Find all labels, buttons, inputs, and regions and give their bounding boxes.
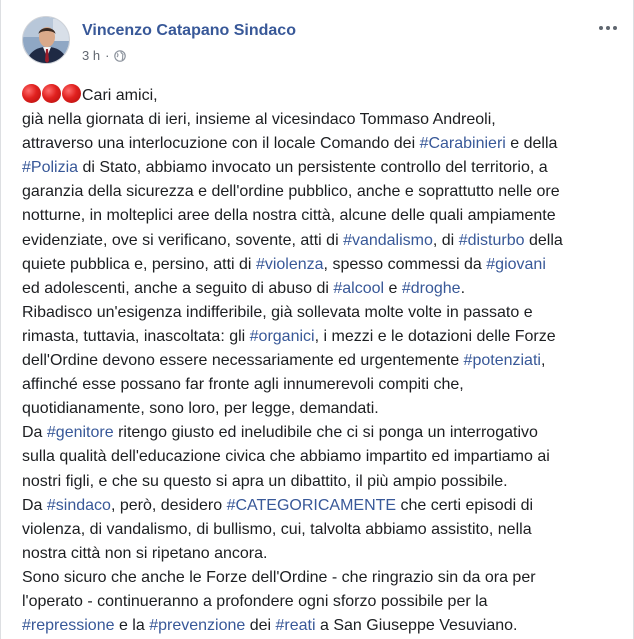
post-text-line: #repressione e la #prevenzione dei #reat…	[22, 614, 623, 638]
post-text-line: quiete pubblica e, persino, atti di #vio…	[22, 253, 623, 277]
text-segment: e della	[505, 135, 558, 153]
red-circle-icon	[22, 84, 41, 103]
text-segment: della	[524, 231, 563, 249]
more-options-icon[interactable]	[595, 18, 621, 38]
hashtag-link[interactable]: #Polizia	[22, 159, 78, 176]
text-segment: dell'Ordine devono essere necessariament…	[22, 352, 464, 370]
post-text-line: nostri figli, e che su questo si apra un…	[22, 470, 623, 494]
globe-icon[interactable]	[114, 49, 127, 62]
post-text-line: Ribadisco un'esigenza indifferibile, già…	[22, 301, 623, 325]
text-segment: .	[460, 279, 466, 297]
post-text-line: Da #sindaco, però, desidero #CATEGORICAM…	[22, 494, 623, 518]
post-timestamp[interactable]: 3 h	[82, 48, 100, 63]
text-segment: notturne, in molteplici aree della nostr…	[22, 207, 556, 225]
hashtag-link[interactable]: #potenziati	[464, 352, 541, 369]
post-text-line: nostra città non si ripetano ancora.	[22, 542, 623, 566]
post-text-line: evidenziate, ove si verificano, sovente,…	[22, 229, 623, 253]
text-segment: violenza, di vandalismo, di bullismo, cu…	[22, 520, 532, 538]
text-segment: dei	[245, 617, 276, 635]
hashtag-link[interactable]: #Carabinieri	[420, 135, 506, 152]
text-segment: Sono sicuro che anche le Forze dell'Ordi…	[22, 568, 536, 586]
post-text-line: ed adolescenti, anche a seguito di abuso…	[22, 277, 623, 301]
post-author-name[interactable]: Vincenzo Catapano Sindaco	[82, 22, 296, 40]
post-text-line: l'operato - continueranno a profondere o…	[22, 590, 623, 614]
hashtag-link[interactable]: #droghe	[402, 280, 461, 297]
text-segment: , però, desidero	[110, 496, 227, 514]
text-segment: rimasta, tuttavia, inascoltata: gli	[22, 327, 250, 345]
text-segment: e	[384, 279, 402, 297]
text-segment: Cari amici,	[82, 87, 158, 104]
text-segment: ritengo giusto ed ineludibile che ci si …	[113, 424, 538, 442]
red-circle-icon	[62, 84, 81, 103]
text-segment: , i mezzi e le dotazioni delle Forze	[314, 327, 556, 345]
text-segment: quiete pubblica e, persino, atti di	[22, 255, 256, 273]
post-text: Cari amici, già nella giornata di ieri, i…	[22, 84, 623, 638]
text-segment: attraverso una interlocuzione con il loc…	[22, 135, 420, 153]
text-segment: affinché esse possano far fronte agli in…	[22, 376, 464, 394]
avatar-photo	[23, 17, 69, 63]
post-text-line: violenza, di vandalismo, di bullismo, cu…	[22, 518, 623, 542]
hashtag-link[interactable]: #disturbo	[459, 232, 525, 249]
text-segment: quotidianamente, sono loro, per legge, d…	[22, 400, 379, 418]
text-segment: l'operato - continueranno a profondere o…	[22, 592, 488, 610]
hashtag-link[interactable]: #giovani	[486, 256, 546, 273]
hashtag-link[interactable]: #prevenzione	[149, 617, 245, 634]
post-text-line: #Polizia di Stato, abbiamo invocato un p…	[22, 156, 623, 180]
hashtag-link[interactable]: #sindaco	[47, 497, 111, 514]
text-segment: già nella giornata di ieri, insieme al v…	[22, 111, 496, 129]
text-segment: Da	[22, 496, 47, 514]
post-text-line: rimasta, tuttavia, inascoltata: gli #org…	[22, 325, 623, 349]
text-segment: Ribadisco un'esigenza indifferibile, già…	[22, 303, 533, 321]
text-segment: Da	[22, 424, 47, 442]
hashtag-link[interactable]: #alcool	[333, 280, 384, 297]
text-segment: a San Giuseppe Vesuviano.	[315, 617, 518, 635]
post-meta: 3 h ·	[82, 48, 127, 63]
post-text-line: notturne, in molteplici aree della nostr…	[22, 204, 623, 228]
hashtag-link[interactable]: #CATEGORICAMENTE	[227, 497, 397, 514]
text-segment: evidenziate, ove si verificano, sovente,…	[22, 231, 344, 249]
post-text-line: dell'Ordine devono essere necessariament…	[22, 349, 623, 373]
post-text-line: Da #genitore ritengo giusto ed ineludibi…	[22, 421, 623, 445]
text-segment: che certi episodi di	[396, 496, 534, 514]
post-text-line: garanzia della sicurezza e dell'ordine p…	[22, 180, 623, 204]
post-text-line: Sono sicuro che anche le Forze dell'Ordi…	[22, 566, 623, 590]
text-segment: sulla qualità dell'educazione civica che…	[22, 448, 550, 466]
text-segment: nostri figli, e che su questo si apra un…	[22, 472, 508, 490]
hashtag-link[interactable]: #organici	[250, 328, 315, 345]
post-text-line: quotidianamente, sono loro, per legge, d…	[22, 397, 623, 421]
post-header: Vincenzo Catapano Sindaco 3 h ·	[22, 16, 621, 68]
text-segment: di Stato, abbiamo invocato un persistent…	[78, 159, 548, 177]
text-segment: , spesso commessi da	[323, 255, 487, 273]
post-text-line: attraverso una interlocuzione con il loc…	[22, 132, 623, 156]
text-segment: ,	[540, 352, 546, 370]
text-segment: , di	[432, 231, 459, 249]
post-text-line: già nella giornata di ieri, insieme al v…	[22, 108, 623, 132]
hashtag-link[interactable]: #violenza	[256, 256, 324, 273]
red-circle-icon	[42, 84, 61, 103]
text-segment: e la	[114, 617, 150, 635]
author-avatar[interactable]	[22, 16, 70, 64]
post-text-line: sulla qualità dell'educazione civica che…	[22, 445, 623, 469]
text-segment: nostra città non si ripetano ancora.	[22, 544, 268, 562]
hashtag-link[interactable]: #vandalismo	[343, 232, 433, 249]
post-text-line: affinché esse possano far fronte agli in…	[22, 373, 623, 397]
hashtag-link[interactable]: #reati	[276, 617, 316, 634]
post-text-line: Cari amici,	[22, 84, 623, 108]
text-segment: ed adolescenti, anche a seguito di abuso…	[22, 279, 334, 297]
hashtag-link[interactable]: #genitore	[47, 424, 114, 441]
hashtag-link[interactable]: #repressione	[22, 617, 115, 634]
text-segment: garanzia della sicurezza e dell'ordine p…	[22, 183, 560, 201]
meta-separator: ·	[105, 48, 110, 63]
facebook-post: Vincenzo Catapano Sindaco 3 h · Cari ami…	[0, 0, 634, 639]
